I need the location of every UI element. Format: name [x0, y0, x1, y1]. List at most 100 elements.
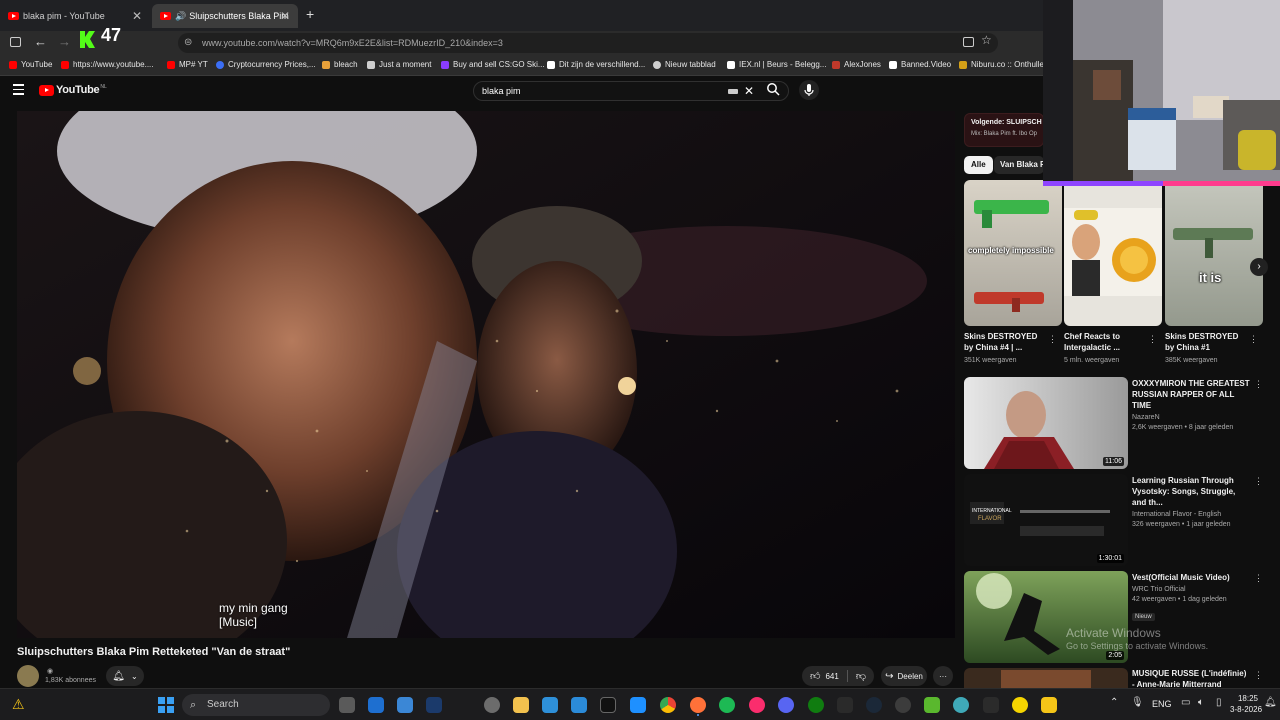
url-field[interactable]: ⊜ www.youtube.com/watch?v=MRQ6m9xE2E&lis… — [178, 33, 998, 53]
more-vert-icon[interactable]: ⋮ — [1254, 476, 1263, 487]
warning-icon[interactable]: ⚠ — [12, 696, 25, 713]
more-vert-icon[interactable]: ⋮ — [1148, 334, 1157, 345]
app-icon[interactable] — [895, 697, 911, 713]
chip-van-blaka-pim[interactable]: Van Blaka Pi — [994, 156, 1044, 174]
bookmark-new-tab[interactable]: Nieuw tabblad — [653, 60, 716, 69]
more-vert-icon[interactable]: ⋮ — [1249, 334, 1258, 345]
bookmark-x-post[interactable]: Dit zijn de verschillend... — [547, 60, 645, 69]
edge-icon[interactable] — [953, 697, 969, 713]
task-view-icon[interactable] — [339, 697, 355, 713]
terminal-icon[interactable] — [600, 697, 616, 713]
channel-avatar[interactable] — [17, 665, 39, 687]
notifications-icon[interactable]: 🔔︎ — [1264, 697, 1277, 708]
bookmark-niburu[interactable]: Niburu.co :: Onthulle — [959, 60, 1044, 69]
bookmark-crypto[interactable]: Cryptocurrency Prices,... — [216, 60, 316, 69]
dislike-button[interactable]: 👎︎ — [856, 670, 866, 682]
firefox-icon[interactable] — [690, 697, 706, 713]
network-icon[interactable]: ▭ — [1181, 697, 1190, 708]
taskbar-search[interactable]: ⌕ Search — [182, 694, 330, 716]
video-info[interactable]: OXXXYMIRON THE GREATEST RUSSIAN RAPPER O… — [1132, 378, 1250, 433]
microphone-icon[interactable]: 🎙︎ — [1131, 697, 1144, 708]
tab-blaka-pim[interactable]: blaka pim - YouTube ✕ — [0, 4, 150, 28]
microsoft-store-icon[interactable] — [571, 697, 587, 713]
bookmark-bleach[interactable]: bleach — [322, 60, 358, 69]
close-tab-icon[interactable]: ✕ — [280, 9, 290, 23]
video-player[interactable]: my min gang [Music] — [17, 111, 955, 638]
app-icon[interactable] — [1012, 697, 1028, 713]
tab-sluipschutters[interactable]: 🔊 Sluipschutters Blaka Pim Re ✕ — [152, 4, 298, 28]
chip-all[interactable]: Alle — [964, 156, 993, 174]
app-icon[interactable] — [1041, 697, 1057, 713]
bookmark-iex[interactable]: IEX.nl | Beurs - Belegg... — [727, 60, 826, 69]
lesson-slide-image: INTERNATIONAL FLAVOR — [970, 502, 1110, 536]
calculator-icon[interactable] — [397, 697, 413, 713]
xbox-icon[interactable] — [808, 697, 824, 713]
install-app-icon[interactable] — [963, 37, 974, 47]
short-thumbnail[interactable] — [1064, 180, 1162, 326]
discord-icon[interactable] — [778, 697, 794, 713]
bookmark-just-a-moment[interactable]: Just a moment — [367, 60, 431, 69]
new-tab-button[interactable]: + — [306, 6, 314, 22]
clock[interactable]: 18:25 3-8-2026 — [1230, 693, 1262, 715]
game-launcher-icon[interactable] — [924, 697, 940, 713]
bookmark-mp-yt[interactable]: MP# YT — [167, 60, 208, 69]
keyboard-icon[interactable] — [728, 89, 738, 94]
file-explorer-icon[interactable] — [513, 697, 529, 713]
more-vert-icon[interactable]: ⋮ — [1254, 670, 1263, 681]
youtube-logo[interactable]: YouTube NL — [39, 84, 107, 96]
chrome-icon[interactable] — [660, 697, 676, 713]
voice-search-button[interactable] — [799, 80, 819, 100]
start-button[interactable] — [158, 697, 174, 713]
bookmark-banned-video[interactable]: Banned.Video — [889, 60, 951, 69]
bookmark-star-icon[interactable]: ☆ — [981, 33, 992, 47]
video-thumbnail[interactable]: 11:06 — [964, 377, 1128, 469]
bookmark-youtube-url[interactable]: https://www.youtube.... — [61, 60, 153, 69]
search-button[interactable] — [766, 82, 780, 101]
sidebar-toggle-icon[interactable] — [10, 37, 21, 47]
short-info[interactable]: Chef Reacts to Intergalactic ... 5 mln. … — [1064, 331, 1148, 366]
chevron-up-icon[interactable]: ⌃ — [1110, 697, 1118, 708]
app-icon[interactable] — [983, 697, 999, 713]
menu-hamburger-icon[interactable] — [13, 84, 24, 95]
spotify-icon[interactable] — [719, 697, 735, 713]
image-viewer-icon[interactable] — [630, 697, 646, 713]
volume-icon[interactable]: 🔈︎ — [1198, 697, 1204, 708]
short-thumbnail[interactable]: it is — [1165, 180, 1263, 326]
mail-icon[interactable] — [368, 697, 384, 713]
more-vert-icon[interactable]: ⋮ — [1254, 573, 1263, 584]
photos-icon[interactable] — [542, 697, 558, 713]
video-info[interactable]: MUSIQUE RUSSE (L'indéfinie) - Anne-Marie… — [1132, 668, 1250, 690]
notification-bell-button[interactable]: 🔔︎ ⌄ — [106, 666, 144, 686]
chevron-right-icon[interactable]: › — [1250, 258, 1268, 276]
like-button[interactable]: 👍︎ 641 — [810, 670, 839, 682]
language-indicator[interactable]: ENG — [1152, 699, 1172, 709]
more-vert-icon[interactable]: ⋮ — [1254, 379, 1263, 390]
more-actions-button[interactable]: ··· — [933, 666, 953, 686]
epic-games-icon[interactable] — [837, 697, 853, 713]
forward-arrow-icon[interactable]: → — [58, 34, 71, 49]
close-tab-icon[interactable]: ✕ — [132, 9, 142, 23]
store-icon[interactable] — [426, 697, 442, 713]
video-thumbnail[interactable]: INTERNATIONAL FLAVOR 1:30:01 — [964, 474, 1128, 566]
bookmark-alexjones[interactable]: AlexJones — [832, 60, 881, 69]
short-thumbnail[interactable]: completely impossible — [964, 180, 1062, 326]
bookmark-youtube[interactable]: YouTube — [9, 60, 52, 69]
clear-search-icon[interactable]: ✕ — [744, 82, 754, 100]
site-info-icon[interactable]: ⊜ — [184, 33, 192, 53]
steam-icon[interactable] — [866, 697, 882, 713]
video-thumbnail[interactable] — [964, 668, 1128, 688]
video-info[interactable]: Vest(Official Music Video) WRC Trio Offi… — [1132, 572, 1250, 623]
video-info[interactable]: Learning Russian Through Vysotsky: Songs… — [1132, 475, 1250, 530]
more-vert-icon[interactable]: ⋮ — [1048, 334, 1057, 345]
short-info[interactable]: Skins DESTROYED by China #1 385K weergav… — [1165, 331, 1249, 366]
short-info[interactable]: Skins DESTROYED by China #4 | ... 351K w… — [964, 331, 1048, 366]
settings-gear-icon[interactable] — [484, 697, 500, 713]
bookmark-csgo[interactable]: Buy and sell CS:GO Ski... — [441, 60, 545, 69]
itunes-icon[interactable] — [749, 697, 765, 713]
search-input[interactable]: blaka pim ✕ — [473, 81, 789, 101]
share-button[interactable]: ↪ Deelen — [881, 666, 927, 686]
audio-playing-icon[interactable]: 🔊 — [175, 11, 186, 22]
back-arrow-icon[interactable]: ← — [34, 34, 47, 49]
up-next-card[interactable]: Volgende: SLUIPSCH Mix: Blaka Pim ft. Ib… — [964, 113, 1044, 147]
battery-icon[interactable]: ▯ — [1216, 697, 1222, 708]
